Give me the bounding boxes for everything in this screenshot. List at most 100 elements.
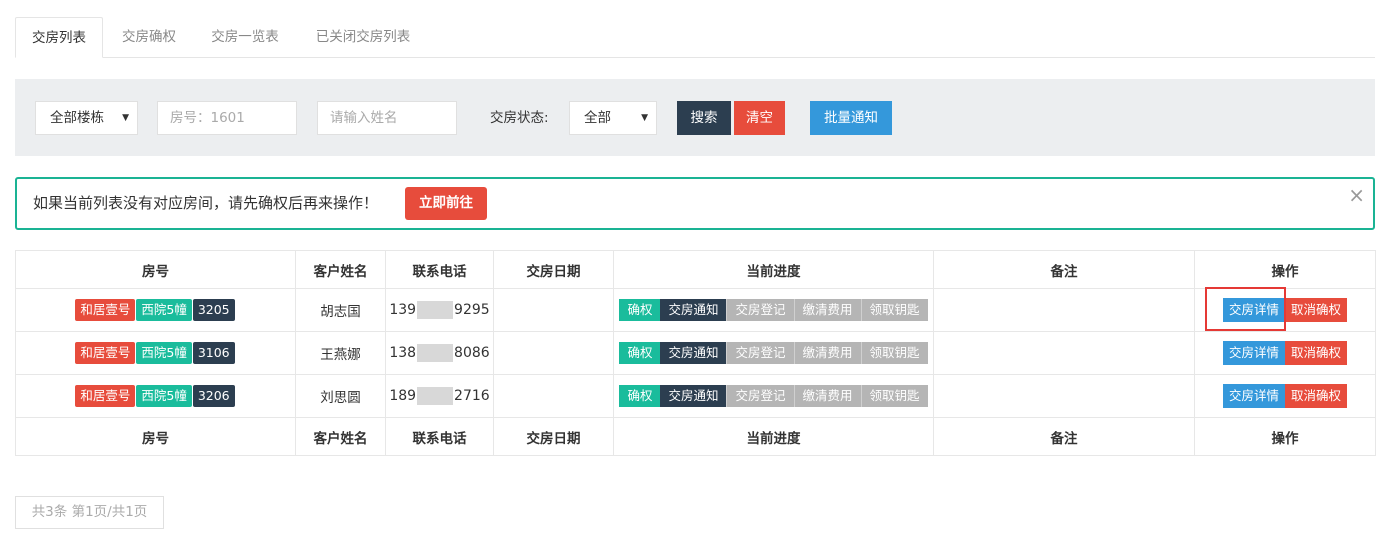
note-cell [933, 374, 1195, 418]
progress-steps: 确权 交房通知 交房登记 缴清费用 领取钥匙 [619, 342, 928, 364]
handover-date-cell [493, 331, 614, 375]
handover-table: 房号 客户姓名 联系电话 交房日期 当前进度 备注 操作 和居壹号 西院5幢 320… [15, 250, 1376, 456]
building-badge: 西院5幢 [136, 385, 192, 407]
phone-prefix: 189 [389, 388, 417, 404]
tab-handover-confirm[interactable]: 交房确权 [107, 17, 191, 58]
col-progress: 当前进度 [613, 417, 934, 456]
alert-message: 如果当前列表没有对应房间，请先确权后再来操作！ [33, 194, 379, 212]
close-icon[interactable]: × [1348, 185, 1365, 205]
actions-cell: 交房详情 取消确权 [1194, 374, 1376, 418]
phone-cell: 138 8086 [385, 331, 494, 375]
table-footer-row: 房号 客户姓名 联系电话 交房日期 当前进度 备注 操作 [15, 417, 1376, 456]
handover-date-cell [493, 374, 614, 418]
step-notify: 交房通知 [660, 299, 727, 321]
status-label: 交房状态: [490, 110, 549, 126]
col-handover-date: 交房日期 [493, 250, 614, 289]
notice-alert: 如果当前列表没有对应房间，请先确权后再来操作！ 立即前往 × [15, 177, 1375, 230]
phone-cell: 139 9295 [385, 288, 494, 332]
customer-name-cell: 王燕娜 [295, 331, 386, 375]
room-number-badge: 3106 [192, 342, 235, 364]
phone-mask [417, 344, 454, 362]
col-room: 房号 [15, 250, 296, 289]
step-notify: 交房通知 [660, 342, 727, 364]
go-now-button[interactable]: 立即前往 [405, 187, 487, 220]
col-handover-date: 交房日期 [493, 417, 614, 456]
col-phone: 联系电话 [385, 417, 494, 456]
batch-notify-button[interactable]: 批量通知 [810, 101, 892, 135]
phone-suffix: 9295 [454, 302, 490, 318]
col-phone: 联系电话 [385, 250, 494, 289]
table-header-row: 房号 客户姓名 联系电话 交房日期 当前进度 备注 操作 [15, 250, 1376, 289]
phone-prefix: 139 [389, 302, 417, 318]
table-row: 和居壹号 西院5幢 3206 刘思圆 189 2716 确权 交房通知 交房登记 缴清费用领… [15, 374, 1376, 418]
project-badge: 和居壹号 [75, 385, 136, 407]
actions-cell: 交房详情 取消确权 [1194, 331, 1376, 375]
note-cell [933, 331, 1195, 375]
room-cell: 和居壹号 西院5幢 3205 [15, 288, 296, 332]
step-confirm: 确权 [619, 299, 661, 321]
actions-cell: 交房详情 取消确权 [1194, 288, 1376, 332]
phone-mask [417, 387, 454, 405]
handover-detail-button[interactable]: 交房详情 [1222, 341, 1285, 365]
room-number-badge: 3206 [192, 385, 235, 407]
building-select-value: 全部楼栋 [50, 110, 104, 126]
handover-detail-button[interactable]: 交房详情 [1222, 384, 1285, 408]
tab-bar: 交房列表 交房确权 交房一览表 已关闭交房列表 [15, 17, 1375, 58]
phone-suffix: 8086 [454, 345, 490, 361]
note-cell [933, 288, 1195, 332]
project-badge: 和居壹号 [75, 299, 136, 321]
step-collect-keys: 领取钥匙 [860, 342, 928, 364]
handover-detail-button[interactable]: 交房详情 [1222, 298, 1285, 322]
step-collect-keys: 领取钥匙 [860, 385, 928, 407]
project-badge: 和居壹号 [75, 342, 136, 364]
cancel-confirm-button[interactable]: 取消确权 [1285, 298, 1348, 322]
room-number-input[interactable]: 房号：1601 [157, 101, 297, 135]
tab-handover-overview[interactable]: 交房一览表 [195, 17, 295, 58]
step-collect-keys: 领取钥匙 [860, 299, 928, 321]
step-confirm: 确权 [619, 385, 661, 407]
progress-steps: 确权 交房通知 交房登记 缴清费用 领取钥匙 [619, 385, 928, 407]
progress-cell: 确权 交房通知 交房登记 缴清费用 领取钥匙 [613, 331, 934, 375]
col-customer-name: 客户姓名 [295, 250, 386, 289]
step-pay-fees: 缴清费用 [793, 299, 861, 321]
handover-date-cell [493, 288, 614, 332]
room-cell: 和居壹号 西院5幢 3106 [15, 331, 296, 375]
progress-cell: 确权 交房通知 交房登记 缴清费用 领取钥匙 [613, 374, 934, 418]
table-row: 和居壹号 西院5幢 3106 王燕娜 138 8086 确权 交房通知 交房登记 缴清费用领… [15, 331, 1376, 375]
building-select[interactable]: 全部楼栋 ▼ [35, 101, 138, 135]
caret-down-icon: ▼ [641, 113, 648, 123]
filter-bar: 全部楼栋 ▼ 房号：1601 请输入姓名 交房状态: 全部 ▼ 搜索 清空 批量… [15, 79, 1375, 156]
tab-handover-list[interactable]: 交房列表 [15, 17, 103, 58]
status-select-value: 全部 [584, 110, 611, 126]
step-confirm: 确权 [619, 342, 661, 364]
phone-mask [417, 301, 454, 319]
progress-steps: 确权 交房通知 交房登记 缴清费用 领取钥匙 [619, 299, 928, 321]
step-register: 交房登记 [726, 385, 794, 407]
search-button[interactable]: 搜索 [677, 101, 731, 135]
phone-prefix: 138 [389, 345, 417, 361]
col-note: 备注 [933, 417, 1195, 456]
clear-button[interactable]: 清空 [734, 101, 785, 135]
col-note: 备注 [933, 250, 1195, 289]
step-register: 交房登记 [726, 342, 794, 364]
customer-name-cell: 刘思圆 [295, 374, 386, 418]
room-number-badge: 3205 [192, 299, 235, 321]
customer-name-cell: 胡志国 [295, 288, 386, 332]
progress-cell: 确权 交房通知 交房登记 缴清费用 领取钥匙 [613, 288, 934, 332]
pagination-info: 共3条 第1页/共1页 [15, 496, 164, 529]
col-actions: 操作 [1194, 250, 1376, 289]
step-notify: 交房通知 [660, 385, 727, 407]
col-progress: 当前进度 [613, 250, 934, 289]
step-pay-fees: 缴清费用 [793, 385, 861, 407]
table-row: 和居壹号 西院5幢 3205 胡志国 139 9295 确权 交房通知 交房登记 缴清费用领… [15, 288, 1376, 332]
cancel-confirm-button[interactable]: 取消确权 [1285, 341, 1348, 365]
step-pay-fees: 缴清费用 [793, 342, 861, 364]
tab-closed-handover-list[interactable]: 已关闭交房列表 [301, 17, 425, 58]
col-customer-name: 客户姓名 [295, 417, 386, 456]
status-select[interactable]: 全部 ▼ [569, 101, 657, 135]
building-badge: 西院5幢 [136, 342, 192, 364]
caret-down-icon: ▼ [122, 113, 129, 123]
cancel-confirm-button[interactable]: 取消确权 [1285, 384, 1348, 408]
room-cell: 和居壹号 西院5幢 3206 [15, 374, 296, 418]
customer-name-input[interactable]: 请输入姓名 [317, 101, 457, 135]
